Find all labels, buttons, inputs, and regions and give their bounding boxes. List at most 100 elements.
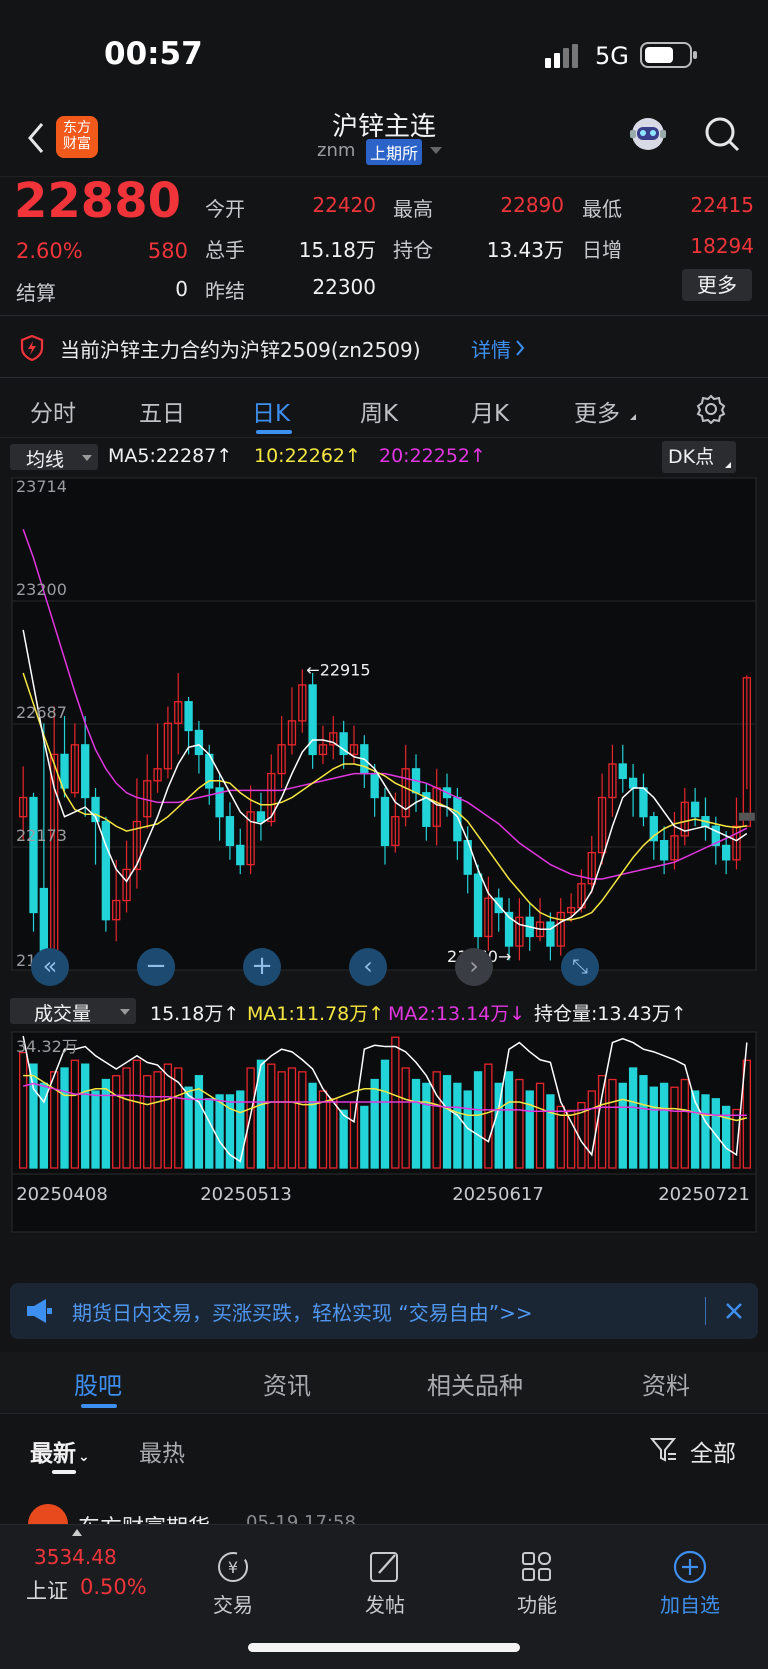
svg-text:¥: ¥ [228,1558,238,1577]
more-button[interactable]: 更多 [682,269,752,301]
shield-warning-icon [20,334,44,362]
megaphone-icon [24,1297,54,1325]
candle-body [473,873,483,938]
volume-bar [380,1059,390,1169]
index-name[interactable]: 上证 [26,1575,68,1605]
chevron-right-icon [514,338,526,358]
high-label: 最高 [393,197,433,221]
candle-body [256,811,266,823]
active-tab-underline [256,430,292,434]
candle-body [29,796,38,914]
sort-latest[interactable]: 最新 ⌄ [30,1434,90,1468]
volume-value: 15.18万 [298,238,376,262]
volume-bar [628,1067,638,1169]
settle-label: 结算 [16,281,56,305]
volume-bar [422,1082,431,1169]
tab-monthly-k[interactable]: 月K [471,394,509,428]
candle-body [380,796,390,847]
post-time: 05-19 17:58 [246,1512,356,1524]
candle-body [639,787,648,818]
post-button[interactable]: 发帖 [340,1549,430,1618]
candle-body [659,840,669,861]
notice-detail-link[interactable]: 详情 [471,334,511,363]
add-watchlist-button[interactable]: 加自选 [645,1549,735,1618]
volume-bar [504,1071,514,1169]
chevron-right-icon[interactable]: › [455,948,493,986]
settings-gear-icon[interactable] [696,394,726,425]
tab-guba[interactable]: 股吧 [74,1366,122,1401]
dropdown-icon [82,455,92,461]
candle-body [690,801,700,818]
chevron-left-icon[interactable]: ‹ [349,948,387,986]
dk-point-button[interactable]: DK点 [662,441,736,473]
volume-bar [339,1109,348,1169]
volume-max-label: 34.32万 [16,1037,78,1056]
kline-chart-area[interactable]: 均线 MA5:22287↑ 10:22262↑ 20:22252↑ DK点 23… [0,438,768,1273]
tab-related[interactable]: 相关品种 [427,1366,523,1401]
open-interest-label: 持仓 [393,238,433,262]
prev-settle-value: 22300 [312,275,376,299]
main-contract-notice[interactable]: 当前沪锌主力合约为沪锌2509(zn2509) 详情 [0,318,768,378]
exchange-badge: 上期所 [366,139,423,165]
volume-bar [205,1098,214,1169]
edit-icon [370,1552,398,1582]
tab-news[interactable]: 资讯 [263,1366,311,1401]
filter-all[interactable]: 全部 [690,1434,736,1468]
more-corner-icon [630,414,636,420]
date-tick-label: 20250617 [452,1184,544,1205]
volume-indicator-select[interactable]: 成交量 [10,998,136,1025]
tab-five-day[interactable]: 五日 [139,394,185,428]
candle-body [236,844,245,866]
volume-bar [370,1078,379,1169]
robot-assistant-icon[interactable] [626,112,670,156]
banner-text: 期货日内交易，买涨买跌，轻松实现 “交易自由”>> [72,1301,533,1325]
change-percent: 2.60% [16,239,83,263]
volume-bar [711,1098,720,1169]
volume-bar [701,1094,710,1169]
tab-more[interactable]: 更多 [574,394,620,428]
search-icon[interactable] [702,114,742,154]
sort-latest-underline [52,1470,76,1474]
volume-bar [473,1071,483,1169]
candle-body [628,777,638,789]
dropdown-icon[interactable] [430,147,442,154]
sort-hot[interactable]: 最热 [139,1434,185,1468]
plus-icon[interactable]: + [243,948,281,986]
battery-icon [640,42,697,68]
vol-ma1-label: MA1:11.78万↑ [247,1003,385,1025]
trade-button[interactable]: ¥ 交易 [188,1549,278,1618]
community-tabs: 股吧 资讯 相关品种 资料 [0,1352,768,1414]
volume-bar [649,1086,658,1169]
tab-profile[interactable]: 资料 [642,1366,690,1401]
indicator-select[interactable]: 均线 [10,444,98,471]
volume-bar [215,1094,224,1169]
volume-label: 总手 [205,238,245,262]
volume-bar [639,1075,648,1169]
tab-weekly-k[interactable]: 周K [360,394,398,428]
tab-daily-k[interactable]: 日K [252,394,290,428]
fast-back-icon[interactable]: « [31,948,69,986]
volume-bar [525,1090,534,1169]
index-change[interactable]: 0.50% [80,1575,147,1599]
ma10-value: 10:22262↑ [254,445,361,467]
feed-item[interactable]: 东方财富期货 05-19 17:58 [0,1484,768,1524]
volume-chart[interactable]: 34.32万 20250408 20250513 20250617 20250721 [0,1028,768,1273]
close-icon[interactable] [720,1297,748,1325]
daily-increase-value: 18294 [690,234,754,258]
settle-value: 0 [175,277,188,301]
ma20-value: 20:22252↑ [379,445,486,467]
features-button[interactable]: 功能 [492,1549,582,1618]
index-value[interactable]: 3534.48 [34,1545,117,1569]
volume-bar [101,1078,111,1169]
promo-banner[interactable]: 期货日内交易，买涨买跌，轻松实现 “交易自由”>> [10,1283,758,1339]
fullscreen-icon[interactable]: ⤡ [561,948,599,986]
candle-body [60,753,69,789]
filter-icon[interactable] [649,1436,678,1464]
candlestick-chart[interactable]: 2371423200226872217321660←2291521660→ [0,474,768,994]
index-up-icon [72,1529,82,1536]
minus-icon[interactable]: − [137,948,175,986]
candle-body [101,820,111,921]
current-price-marker [738,812,755,821]
open-label: 今开 [205,197,245,221]
tab-intraday[interactable]: 分时 [30,394,76,428]
